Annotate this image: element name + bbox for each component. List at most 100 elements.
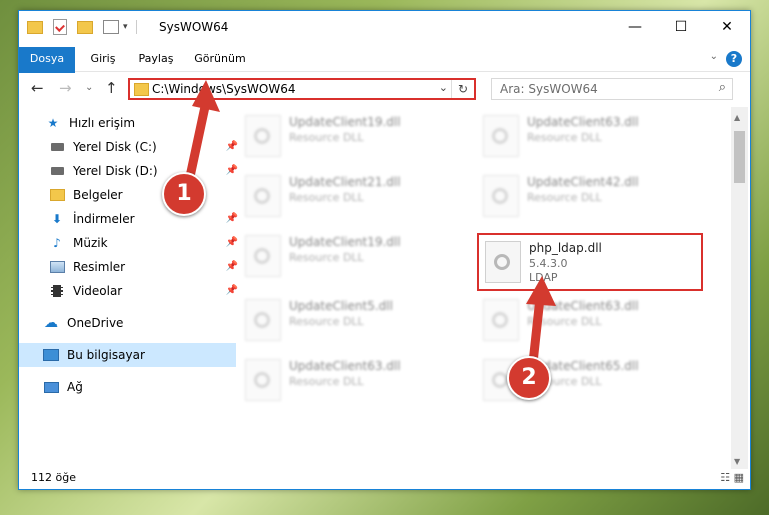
file-name: UpdateClient19.dll	[289, 235, 401, 249]
folder-icon	[49, 187, 65, 203]
file-item[interactable]: UpdateClient21.dll Resource DLL	[239, 169, 459, 221]
search-input[interactable]: Ara: SysWOW64	[500, 82, 598, 96]
help-icon[interactable]: ?	[726, 51, 742, 67]
sidebar-item-documents[interactable]: Belgeler	[19, 183, 242, 207]
dll-file-icon	[245, 235, 281, 277]
sidebar-item-label: Yerel Disk (C:)	[73, 140, 157, 154]
close-button[interactable]: ✕	[704, 11, 750, 43]
maximize-button[interactable]: ☐	[658, 11, 704, 43]
chevron-down-icon[interactable]: ▾	[123, 22, 128, 32]
sidebar-item-videos[interactable]: Videolar 📌	[19, 279, 242, 303]
dll-file-icon	[483, 175, 519, 217]
customize-icon[interactable]	[103, 20, 119, 34]
dll-file-icon	[245, 175, 281, 217]
drive-icon	[49, 163, 65, 179]
file-name: UpdateClient42.dll	[527, 175, 639, 189]
cloud-icon: ☁	[44, 315, 58, 331]
sidebar-item-this-pc[interactable]: Bu bilgisayar	[19, 343, 236, 367]
properties-icon[interactable]	[53, 19, 67, 35]
download-icon: ⬇	[51, 212, 63, 226]
collapse-ribbon-icon[interactable]: ⌄	[710, 51, 718, 62]
file-item[interactable]: UpdateClient19.dll Resource DLL	[239, 229, 459, 281]
back-button[interactable]: ←	[31, 79, 44, 97]
navigation-pane: ★ Hızlı erişim Yerel Disk (C:) 📌 Yerel D…	[19, 107, 238, 467]
scroll-thumb[interactable]	[734, 131, 745, 183]
file-highlight-box	[477, 233, 703, 291]
file-name: UpdateClient21.dll	[289, 175, 401, 189]
scroll-down-icon[interactable]: ▼	[734, 457, 740, 466]
file-item[interactable]: UpdateClient42.dll Resource DLL	[477, 169, 697, 221]
tab-view[interactable]: Görünüm	[187, 47, 253, 71]
dll-file-icon	[245, 299, 281, 341]
sidebar-item-label: Videolar	[73, 284, 123, 298]
file-name: UpdateClient63.dll	[527, 115, 639, 129]
file-name: UpdateClient19.dll	[289, 115, 401, 129]
sidebar-item-label: Ağ	[67, 380, 83, 394]
pictures-icon	[49, 259, 65, 275]
scroll-up-icon[interactable]: ▲	[734, 113, 740, 122]
sidebar-item-label: Müzik	[73, 236, 108, 250]
view-toggle-icons[interactable]: ☷ ▦	[720, 471, 744, 484]
title-bar: ▾ SysWOW64 — ☐ ✕	[19, 11, 750, 43]
address-path[interactable]: C:\Windows\SysWOW64	[152, 82, 296, 96]
file-name: UpdateClient63.dll	[289, 359, 401, 373]
computer-icon	[43, 347, 59, 363]
sidebar-item-onedrive[interactable]: ☁ OneDrive	[19, 311, 236, 335]
sidebar-item-disk-d[interactable]: Yerel Disk (D:) 📌	[19, 159, 242, 183]
file-name: UpdateClient5.dll	[289, 299, 393, 313]
file-name: UpdateClient63.dll	[527, 299, 639, 313]
dll-file-icon	[245, 359, 281, 401]
sidebar-item-label: Hızlı erişim	[69, 116, 136, 130]
file-description: Resource DLL	[527, 191, 602, 204]
dll-file-icon	[483, 115, 519, 157]
new-folder-icon[interactable]	[77, 20, 93, 34]
minimize-button[interactable]: —	[612, 11, 658, 43]
file-item[interactable]: UpdateClient63.dll Resource DLL	[477, 109, 697, 161]
forward-button[interactable]: →	[59, 79, 72, 97]
search-box[interactable]: Ara: SysWOW64 ⌕	[491, 78, 733, 100]
music-icon: ♪	[53, 236, 61, 250]
video-icon	[49, 283, 65, 299]
quick-access-toolbar: ▾	[27, 19, 137, 35]
refresh-button[interactable]: ↻	[451, 80, 474, 98]
sidebar-item-downloads[interactable]: ⬇ İndirmeler 📌	[19, 207, 242, 231]
file-description: Resource DLL	[527, 315, 602, 328]
tab-share[interactable]: Paylaş	[131, 47, 181, 71]
status-bar: 112 öğe ☷ ▦	[19, 467, 750, 489]
vertical-scrollbar[interactable]: ▲ ▼	[731, 107, 748, 469]
sidebar-item-music[interactable]: ♪ Müzik 📌	[19, 231, 242, 255]
window-title: SysWOW64	[159, 20, 229, 34]
file-description: Resource DLL	[527, 131, 602, 144]
file-item[interactable]: UpdateClient63.dll Resource DLL	[239, 353, 459, 405]
sidebar-item-label: Bu bilgisayar	[67, 348, 145, 362]
dll-file-icon	[483, 299, 519, 341]
file-description: Resource DLL	[289, 251, 364, 264]
folder-icon	[134, 83, 149, 96]
sidebar-item-quick-access[interactable]: ★ Hızlı erişim	[19, 111, 238, 135]
search-icon: ⌕	[718, 80, 726, 95]
file-item[interactable]: UpdateClient19.dll Resource DLL	[239, 109, 459, 161]
address-dropdown-icon[interactable]: ⌄	[439, 81, 448, 94]
sidebar-item-network[interactable]: Ağ	[19, 375, 236, 399]
step-marker-2: 2	[507, 356, 551, 400]
file-description: Resource DLL	[289, 315, 364, 328]
address-bar[interactable]: C:\Windows\SysWOW64 ⌄ ↻	[128, 78, 476, 100]
step-marker-1: 1	[162, 172, 206, 216]
sidebar-item-label: Yerel Disk (D:)	[73, 164, 158, 178]
sidebar-item-label: İndirmeler	[73, 212, 135, 226]
dll-file-icon	[245, 115, 281, 157]
sidebar-item-pictures[interactable]: Resimler 📌	[19, 255, 242, 279]
file-item[interactable]: UpdateClient5.dll Resource DLL	[239, 293, 459, 345]
sidebar-item-label: OneDrive	[67, 316, 124, 330]
up-button[interactable]: ↑	[105, 79, 118, 97]
explorer-window: ▾ SysWOW64 — ☐ ✕ Dosya Giriş Paylaş Görü…	[18, 10, 751, 490]
drive-icon	[49, 139, 65, 155]
folder-icon	[27, 20, 43, 34]
sidebar-item-disk-c[interactable]: Yerel Disk (C:) 📌	[19, 135, 242, 159]
network-icon	[43, 379, 59, 395]
recent-locations-button[interactable]: ⌄	[85, 82, 93, 93]
file-item[interactable]: UpdateClient63.dll Resource DLL	[477, 293, 697, 345]
file-description: Resource DLL	[289, 131, 364, 144]
tab-home[interactable]: Giriş	[81, 47, 125, 71]
separator	[135, 20, 137, 34]
